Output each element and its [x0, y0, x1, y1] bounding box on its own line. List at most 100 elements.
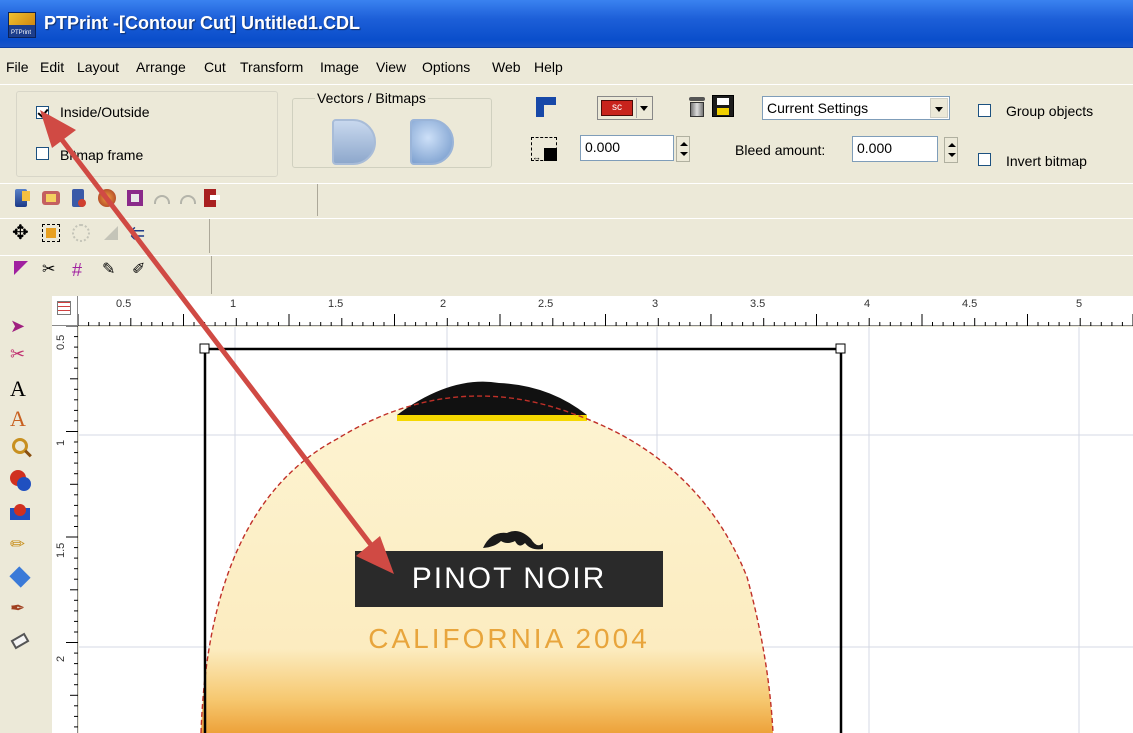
color-picker[interactable]: sc [597, 96, 653, 120]
settings-dropdown-value: Current Settings [767, 100, 869, 116]
label-top-cap [397, 381, 587, 415]
toolbar-row-3: ✂ # ✎ ✐ [0, 255, 1133, 294]
selection-handle-top-left [199, 343, 210, 354]
eyedropper-tool-icon[interactable]: ✒ [10, 598, 34, 622]
window-title: PTPrint -[Contour Cut] Untitled1.CDL [44, 13, 360, 33]
menu-view[interactable]: View [374, 59, 408, 75]
move-icon[interactable]: ✥ [12, 222, 34, 244]
shape-tool-icon[interactable] [10, 502, 34, 526]
vectors-bitmaps-title: Vectors / Bitmaps [315, 90, 428, 106]
mirror-icon[interactable]: ⇇ [130, 222, 152, 244]
label-yellow-band [397, 415, 587, 421]
ruler-corner[interactable] [52, 296, 78, 326]
pencil-tool-icon[interactable]: ✏ [10, 534, 34, 558]
undo-icon [152, 187, 174, 209]
bleed-amount-spinner[interactable] [944, 137, 958, 163]
bitmap-frame-label: Bitmap frame [60, 147, 144, 163]
bleed-amount-input[interactable]: 0.000 [852, 136, 938, 162]
eraser-tool-icon[interactable] [10, 630, 34, 654]
color-swatch: sc [601, 100, 633, 116]
redo-icon [176, 187, 198, 209]
menu-layout[interactable]: Layout [75, 59, 121, 75]
h-ruler-label: 2 [440, 298, 447, 310]
h-ruler-label: 0.5 [116, 298, 132, 310]
text-tool-icon[interactable]: A [10, 376, 34, 401]
toolbar-row-2: ✥ ⇇ [0, 218, 1133, 253]
bitmap-frame-checkbox[interactable] [36, 147, 49, 160]
art-text-tool-icon[interactable]: A [10, 406, 34, 431]
left-toolbox: ➤ ✂ A A ✏ ✒ [0, 296, 52, 733]
fill-tool-icon[interactable] [9, 566, 34, 590]
menu-options[interactable]: Options [420, 59, 472, 75]
vectors-bitmaps-group: Vectors / Bitmaps [292, 90, 492, 168]
exit-icon[interactable] [200, 187, 222, 209]
bleed-amount-label: Bleed amount: [735, 142, 826, 158]
document-icon[interactable] [68, 187, 90, 209]
h-ruler-label: 4.5 [962, 298, 978, 310]
contour-cut-icon[interactable]: ✂ [42, 259, 64, 281]
bitmap-mode-icon[interactable] [410, 119, 454, 165]
horizontal-ruler[interactable]: 0.5 1 1.5 2 2.5 3 3.5 4 4.5 5 [78, 296, 1133, 326]
delete-settings-icon[interactable] [686, 95, 708, 119]
chevron-down-icon[interactable] [930, 98, 948, 118]
h-ruler-label: 1 [230, 298, 237, 310]
selection-handle-top-right [835, 343, 846, 354]
knife-tool-icon[interactable]: ✂ [10, 344, 34, 368]
menu-file[interactable]: File [4, 59, 31, 75]
skew-icon [100, 222, 122, 244]
vector-mode-icon[interactable] [332, 119, 376, 165]
menu-web[interactable]: Web [490, 59, 523, 75]
label-heading: PINOT NOIR [411, 562, 607, 595]
toolbar-row-1 [0, 183, 1133, 216]
property-bar: Inside/Outside Bitmap frame Vectors / Bi… [0, 84, 1133, 182]
save-settings-icon[interactable] [712, 95, 734, 117]
invert-bitmap-checkbox[interactable] [978, 153, 991, 166]
weed-box-icon[interactable]: ✐ [132, 259, 154, 281]
app-icon-text: PTPrint [11, 30, 32, 36]
rotate-icon [70, 222, 92, 244]
drawing-canvas[interactable]: PINOT NOIR CALIFORNIA 2004 [79, 327, 1133, 733]
transform-icon[interactable] [40, 222, 62, 244]
title-bar: PTPrint PTPrint -[Contour Cut] Untitled1… [0, 0, 1133, 48]
app-icon[interactable]: PTPrint [8, 12, 36, 38]
vertical-ruler[interactable]: 0.5 1 1.5 2 [52, 326, 78, 733]
grid-icon[interactable]: # [72, 259, 94, 281]
inside-outside-label: Inside/Outside [60, 104, 150, 120]
settings-dropdown[interactable]: Current Settings [762, 96, 950, 120]
menu-transform[interactable]: Transform [238, 59, 305, 75]
print-icon[interactable] [124, 187, 146, 209]
contour-shape-icon[interactable] [534, 95, 558, 119]
h-ruler-label: 2.5 [538, 298, 554, 310]
label-subheading: CALIFORNIA 2004 [368, 623, 650, 654]
v-ruler-label: 0.5 [55, 334, 67, 350]
v-ruler-label: 1 [55, 439, 67, 446]
offset-input[interactable]: 0.000 [580, 135, 674, 161]
vertical-ruler-ticks [66, 326, 78, 728]
group-objects-checkbox[interactable] [978, 104, 991, 117]
menu-edit[interactable]: Edit [38, 59, 66, 75]
select-node-icon[interactable] [12, 259, 34, 281]
h-ruler-label: 1.5 [328, 298, 344, 310]
inside-outside-checkbox[interactable] [36, 106, 49, 119]
zoom-tool-icon[interactable] [10, 438, 34, 462]
canvas-artwork [79, 327, 1133, 733]
open-file-icon[interactable] [12, 187, 34, 209]
h-ruler-label: 5 [1076, 298, 1083, 310]
offset-icon: ↔ [530, 136, 560, 164]
menu-bar: File Edit Layout Arrange Cut Transform I… [0, 55, 1133, 83]
pointer-tool-icon[interactable]: ➤ [10, 316, 34, 340]
menu-image[interactable]: Image [318, 59, 361, 75]
ellipse-tool-icon[interactable] [10, 470, 34, 494]
color-palette-icon[interactable] [96, 187, 118, 209]
h-ruler-label: 3 [652, 298, 659, 310]
weed-icon[interactable]: ✎ [102, 259, 124, 281]
menu-cut[interactable]: Cut [202, 59, 228, 75]
h-ruler-label: 4 [864, 298, 871, 310]
import-icon[interactable] [40, 187, 62, 209]
h-ruler-label: 3.5 [750, 298, 766, 310]
menu-arrange[interactable]: Arrange [134, 59, 188, 75]
invert-bitmap-label: Invert bitmap [1006, 153, 1087, 169]
offset-spinner[interactable] [676, 136, 690, 162]
v-ruler-label: 1.5 [55, 542, 67, 558]
menu-help[interactable]: Help [532, 59, 565, 75]
